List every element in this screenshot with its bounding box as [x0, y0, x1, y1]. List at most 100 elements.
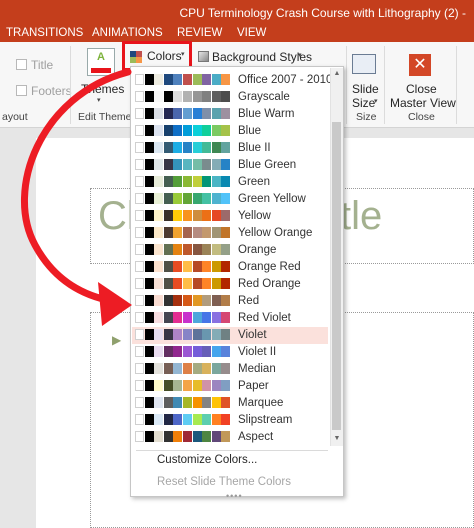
- color-swatch: [154, 227, 164, 238]
- color-scheme-item[interactable]: Paper: [132, 378, 328, 395]
- color-swatch: [183, 227, 192, 238]
- color-swatch: [183, 193, 192, 204]
- color-swatch: [173, 278, 183, 289]
- color-swatch: [221, 295, 231, 306]
- close-master-view-button[interactable]: ✕ Close Master View: [388, 50, 456, 112]
- reset-theme-colors-item[interactable]: Reset Slide Theme Colors: [157, 476, 291, 488]
- color-scheme-item[interactable]: Violet: [132, 327, 328, 344]
- color-scheme-item[interactable]: Red Orange: [132, 276, 328, 293]
- color-swatch: [154, 193, 164, 204]
- color-swatch: [135, 363, 144, 374]
- color-swatch: [173, 244, 183, 255]
- color-swatch: [202, 414, 212, 425]
- color-swatch: [183, 210, 192, 221]
- color-swatch: [192, 193, 202, 204]
- title-checkbox[interactable]: Title: [16, 58, 53, 72]
- color-scheme-item[interactable]: Yellow Orange: [132, 225, 328, 242]
- color-swatch: [144, 125, 154, 136]
- color-swatch: [192, 244, 202, 255]
- color-swatch: [221, 397, 231, 408]
- color-swatch: [202, 244, 212, 255]
- footers-checkbox[interactable]: Footers: [16, 84, 72, 98]
- color-scheme-item[interactable]: Blue Warm: [132, 106, 328, 123]
- color-scheme-item[interactable]: Blue II: [132, 140, 328, 157]
- color-scheme-item[interactable]: Marquee: [132, 395, 328, 412]
- color-swatch: [211, 363, 221, 374]
- colors-label: Colors: [147, 49, 182, 63]
- color-swatch: [183, 363, 192, 374]
- color-scheme-item[interactable]: Orange: [132, 242, 328, 259]
- resize-grip-icon[interactable]: ••••: [226, 491, 243, 501]
- color-swatch: [192, 210, 202, 221]
- color-swatch: [173, 125, 183, 136]
- color-swatch: [173, 414, 183, 425]
- color-swatch: [154, 312, 164, 323]
- color-scheme-label: Yellow: [238, 210, 271, 222]
- color-swatch: [144, 329, 154, 340]
- tab-transitions[interactable]: TRANSITIONS: [6, 26, 83, 42]
- color-swatch: [163, 244, 173, 255]
- color-scheme-item[interactable]: Green: [132, 174, 328, 191]
- color-scheme-item[interactable]: Red Violet: [132, 310, 328, 327]
- color-swatch: [154, 142, 164, 153]
- themes-icon: A: [87, 48, 115, 76]
- color-swatch: [163, 176, 173, 187]
- color-scheme-item[interactable]: Aspect: [132, 429, 328, 446]
- color-scheme-item[interactable]: Blue: [132, 123, 328, 140]
- color-swatch: [221, 261, 231, 272]
- color-swatch: [192, 227, 202, 238]
- color-scheme-item[interactable]: Grayscale: [132, 89, 328, 106]
- color-swatch: [183, 312, 192, 323]
- color-swatch: [154, 261, 164, 272]
- customize-colors-item[interactable]: Customize Colors...: [157, 454, 257, 466]
- checkbox-box: [16, 59, 27, 70]
- color-scheme-item[interactable]: Green Yellow: [132, 191, 328, 208]
- color-swatch: [144, 159, 154, 170]
- scroll-up-icon[interactable]: ▲: [333, 70, 341, 77]
- color-swatch: [154, 159, 164, 170]
- background-styles-button[interactable]: Background Styles ▾: [196, 48, 316, 66]
- color-scheme-item[interactable]: Red: [132, 293, 328, 310]
- scrollbar-thumb[interactable]: [332, 122, 341, 430]
- color-swatch: [192, 295, 202, 306]
- color-swatch: [144, 312, 154, 323]
- color-swatch: [202, 227, 212, 238]
- color-swatch: [144, 142, 154, 153]
- color-swatch: [173, 108, 183, 119]
- tab-view[interactable]: VIEW: [237, 26, 266, 42]
- color-scheme-item[interactable]: Yellow: [132, 208, 328, 225]
- color-swatch: [221, 176, 231, 187]
- color-swatch: [163, 329, 173, 340]
- color-swatch: [192, 363, 202, 374]
- color-swatch: [221, 414, 231, 425]
- tab-review[interactable]: REVIEW: [177, 26, 222, 42]
- color-scheme-label: Marquee: [238, 397, 284, 409]
- color-swatch: [144, 91, 154, 102]
- color-swatch: [173, 261, 183, 272]
- scroll-down-icon[interactable]: ▼: [333, 435, 341, 442]
- color-swatch: [202, 74, 212, 85]
- color-scheme-item[interactable]: Orange Red: [132, 259, 328, 276]
- color-swatch: [163, 295, 173, 306]
- color-scheme-item[interactable]: Blue Green: [132, 157, 328, 174]
- color-swatch: [163, 431, 173, 442]
- color-swatch: [173, 210, 183, 221]
- themes-button[interactable]: A Themes ▾: [78, 46, 126, 106]
- color-swatch: [202, 91, 212, 102]
- color-swatch: [135, 380, 144, 391]
- color-scheme-item[interactable]: Office 2007 - 2010: [132, 72, 332, 89]
- color-swatch: [163, 142, 173, 153]
- tab-animations[interactable]: ANIMATIONS: [92, 26, 163, 42]
- color-swatch: [183, 159, 192, 170]
- color-swatch: [221, 193, 231, 204]
- color-scheme-item[interactable]: Median: [132, 361, 328, 378]
- color-scheme-item[interactable]: Violet II: [132, 344, 328, 361]
- slide-size-button[interactable]: Slide Size ▾: [348, 50, 382, 112]
- ribbon-tabs: TRANSITIONS ANIMATIONS REVIEW VIEW: [0, 26, 474, 42]
- color-swatch: [144, 74, 154, 85]
- color-swatch: [211, 312, 221, 323]
- color-swatch: [221, 108, 231, 119]
- color-scheme-label: Blue Green: [238, 159, 297, 171]
- checkbox-box: [16, 85, 27, 96]
- color-scheme-item[interactable]: Slipstream: [132, 412, 328, 429]
